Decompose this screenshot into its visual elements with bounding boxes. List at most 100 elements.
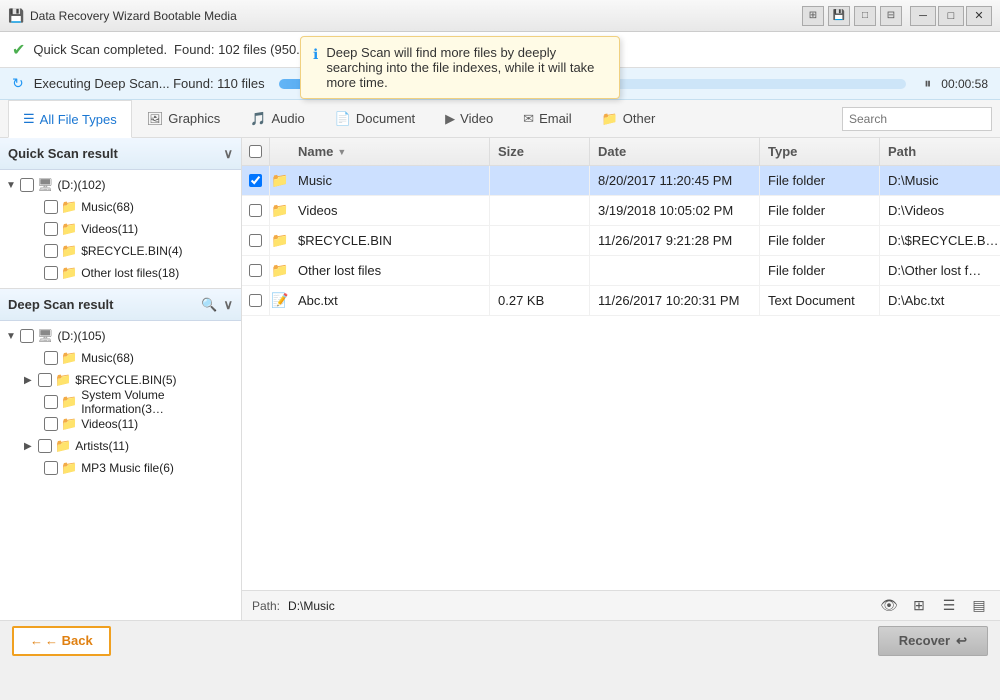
app-title: Data Recovery Wizard Bootable Media <box>30 9 802 23</box>
tab-document[interactable]: 📄 Document <box>320 100 430 138</box>
extra-btn-4[interactable]: ⊟ <box>880 6 902 26</box>
music-checkbox[interactable] <box>44 200 58 214</box>
recycle-checkbox[interactable] <box>44 244 58 258</box>
tab-other[interactable]: 📁 Other <box>587 100 671 138</box>
maximize-button[interactable]: □ <box>938 6 964 26</box>
back-button[interactable]: ← ← Back <box>12 626 111 656</box>
ds-root-checkbox[interactable] <box>20 329 34 343</box>
row2-check[interactable] <box>242 196 270 225</box>
extra-btn-3[interactable]: □ <box>854 6 876 26</box>
tab-video[interactable]: ▶ Video <box>430 100 508 138</box>
ds-music-checkbox[interactable] <box>44 351 58 365</box>
th-type[interactable]: Type <box>760 138 880 165</box>
ds-root-arrow: ▼ <box>6 331 20 342</box>
ds-sysvolinfo-checkbox[interactable] <box>44 395 58 409</box>
table-row[interactable]: 📁 Music 8/20/2017 11:20:45 PM File folde… <box>242 166 1000 196</box>
preview-icon[interactable]: 👁 <box>878 595 900 617</box>
videos-checkbox[interactable] <box>44 222 58 236</box>
row5-checkbox[interactable] <box>249 294 262 307</box>
all-files-icon: ☰ <box>23 111 35 127</box>
other-folder-icon: 📁 <box>61 265 77 281</box>
tab-email[interactable]: ✉ Email <box>508 100 586 138</box>
tab-graphics[interactable]: 🖼 Graphics <box>132 100 236 138</box>
other-lost-checkbox[interactable] <box>44 266 58 280</box>
deep-scan-root[interactable]: ▼ 🖥 (D:)(105) <box>0 325 241 347</box>
row1-check[interactable] <box>242 166 270 195</box>
table-row[interactable]: 📁 $RECYCLE.BIN 11/26/2017 9:21:28 PM Fil… <box>242 226 1000 256</box>
deep-scan-sysvolinfo[interactable]: 📁 System Volume Information(3… <box>0 391 241 413</box>
row3-check[interactable] <box>242 226 270 255</box>
path-bar: Path: D:\Music 👁 ⊞ ☰ ▤ <box>242 590 1000 620</box>
ds-videos-checkbox[interactable] <box>44 417 58 431</box>
tab-other-label: Other <box>623 111 656 126</box>
row2-checkbox[interactable] <box>249 204 262 217</box>
table-row[interactable]: 📝 Abc.txt 0.27 KB 11/26/2017 10:20:31 PM… <box>242 286 1000 316</box>
ds-videos-label: Videos(11) <box>81 417 138 431</box>
close-button[interactable]: ✕ <box>966 6 992 26</box>
row3-checkbox[interactable] <box>249 234 262 247</box>
txt-file-icon: 📝 <box>271 292 288 309</box>
root-checkbox[interactable] <box>20 178 34 192</box>
ds-artists-arrow: ▶ <box>24 441 38 452</box>
pause-button[interactable]: ⏸ <box>924 75 931 92</box>
ds-mp3-checkbox[interactable] <box>44 461 58 475</box>
th-path[interactable]: Path <box>880 138 1000 165</box>
minimize-button[interactable]: ─ <box>910 6 936 26</box>
deep-scan-artists[interactable]: ▶ 📁 Artists(11) <box>0 435 241 457</box>
th-size[interactable]: Size <box>490 138 590 165</box>
back-label: ← Back <box>45 633 93 648</box>
extra-btn-1[interactable]: ⊞ <box>802 6 824 26</box>
quick-scan-root[interactable]: ▼ 🖥 (D:)(102) <box>0 174 241 196</box>
list-view-icon[interactable]: ☰ <box>938 595 960 617</box>
row4-type: File folder <box>760 256 880 285</box>
table-row[interactable]: 📁 Videos 3/19/2018 10:05:02 PM File fold… <box>242 196 1000 226</box>
tooltip-text: Deep Scan will find more files by deeply… <box>326 45 607 90</box>
tab-audio[interactable]: 🎵 Audio <box>235 100 319 138</box>
ds-sysvolinfo-label: System Volume Information(3… <box>81 388 241 416</box>
search-input[interactable] <box>849 112 1000 126</box>
spinning-icon: ↻ <box>12 75 24 92</box>
path-label: Path: <box>252 599 280 613</box>
deep-scan-videos[interactable]: 📁 Videos(11) <box>0 413 241 435</box>
th-icon-col <box>270 138 290 165</box>
quick-scan-recycle[interactable]: 📁 $RECYCLE.BIN(4) <box>0 240 241 262</box>
table-row[interactable]: 📁 Other lost files File folder D:\Other … <box>242 256 1000 286</box>
deep-scan-mp3[interactable]: 📁 MP3 Music file(6) <box>0 457 241 479</box>
search-box[interactable]: 🔍 <box>842 107 992 131</box>
row4-path: D:\Other lost f… <box>880 256 1000 285</box>
row5-check[interactable] <box>242 286 270 315</box>
th-date[interactable]: Date <box>590 138 760 165</box>
row3-path: D:\$RECYCLE.B… <box>880 226 1000 255</box>
title-bar: 💾 Data Recovery Wizard Bootable Media ⊞ … <box>0 0 1000 32</box>
deep-scan-collapse[interactable]: ∨ <box>223 297 233 313</box>
quick-scan-other[interactable]: 📁 Other lost files(18) <box>0 262 241 284</box>
th-checkbox[interactable] <box>242 138 270 165</box>
deep-scan-search-icon[interactable]: 🔍 <box>201 297 217 313</box>
extra-btn-2[interactable]: 💾 <box>828 6 850 26</box>
row1-checkbox[interactable] <box>249 174 262 187</box>
row3-date: 11/26/2017 9:21:28 PM <box>590 226 760 255</box>
details-view-icon[interactable]: ▤ <box>968 595 990 617</box>
row4-checkbox[interactable] <box>249 264 262 277</box>
row4-check[interactable] <box>242 256 270 285</box>
timer-text: 00:00:58 <box>941 77 988 91</box>
select-all-checkbox[interactable] <box>249 145 262 158</box>
deep-scan-root-label: (D:)(105) <box>58 329 106 343</box>
quick-scan-collapse[interactable]: ∨ <box>223 146 233 162</box>
folder-icon: 📁 <box>271 172 288 189</box>
quick-scan-videos[interactable]: 📁 Videos(11) <box>0 218 241 240</box>
row3-name: $RECYCLE.BIN <box>290 226 490 255</box>
row2-type: File folder <box>760 196 880 225</box>
quick-scan-root-label: (D:)(102) <box>58 178 106 192</box>
quick-scan-header: Quick Scan result ∨ <box>0 138 241 170</box>
ds-recycle-checkbox[interactable] <box>38 373 52 387</box>
ds-videos-icon: 📁 <box>61 416 77 432</box>
ds-artists-checkbox[interactable] <box>38 439 52 453</box>
quick-scan-music[interactable]: 📁 Music(68) <box>0 196 241 218</box>
row2-date: 3/19/2018 10:05:02 PM <box>590 196 760 225</box>
th-name[interactable]: Name ▼ <box>290 138 490 165</box>
recover-button[interactable]: Recover ↩ <box>878 626 988 656</box>
grid-view-icon[interactable]: ⊞ <box>908 595 930 617</box>
tab-all-file-types[interactable]: ☰ All File Types <box>8 100 132 138</box>
deep-scan-music[interactable]: 📁 Music(68) <box>0 347 241 369</box>
